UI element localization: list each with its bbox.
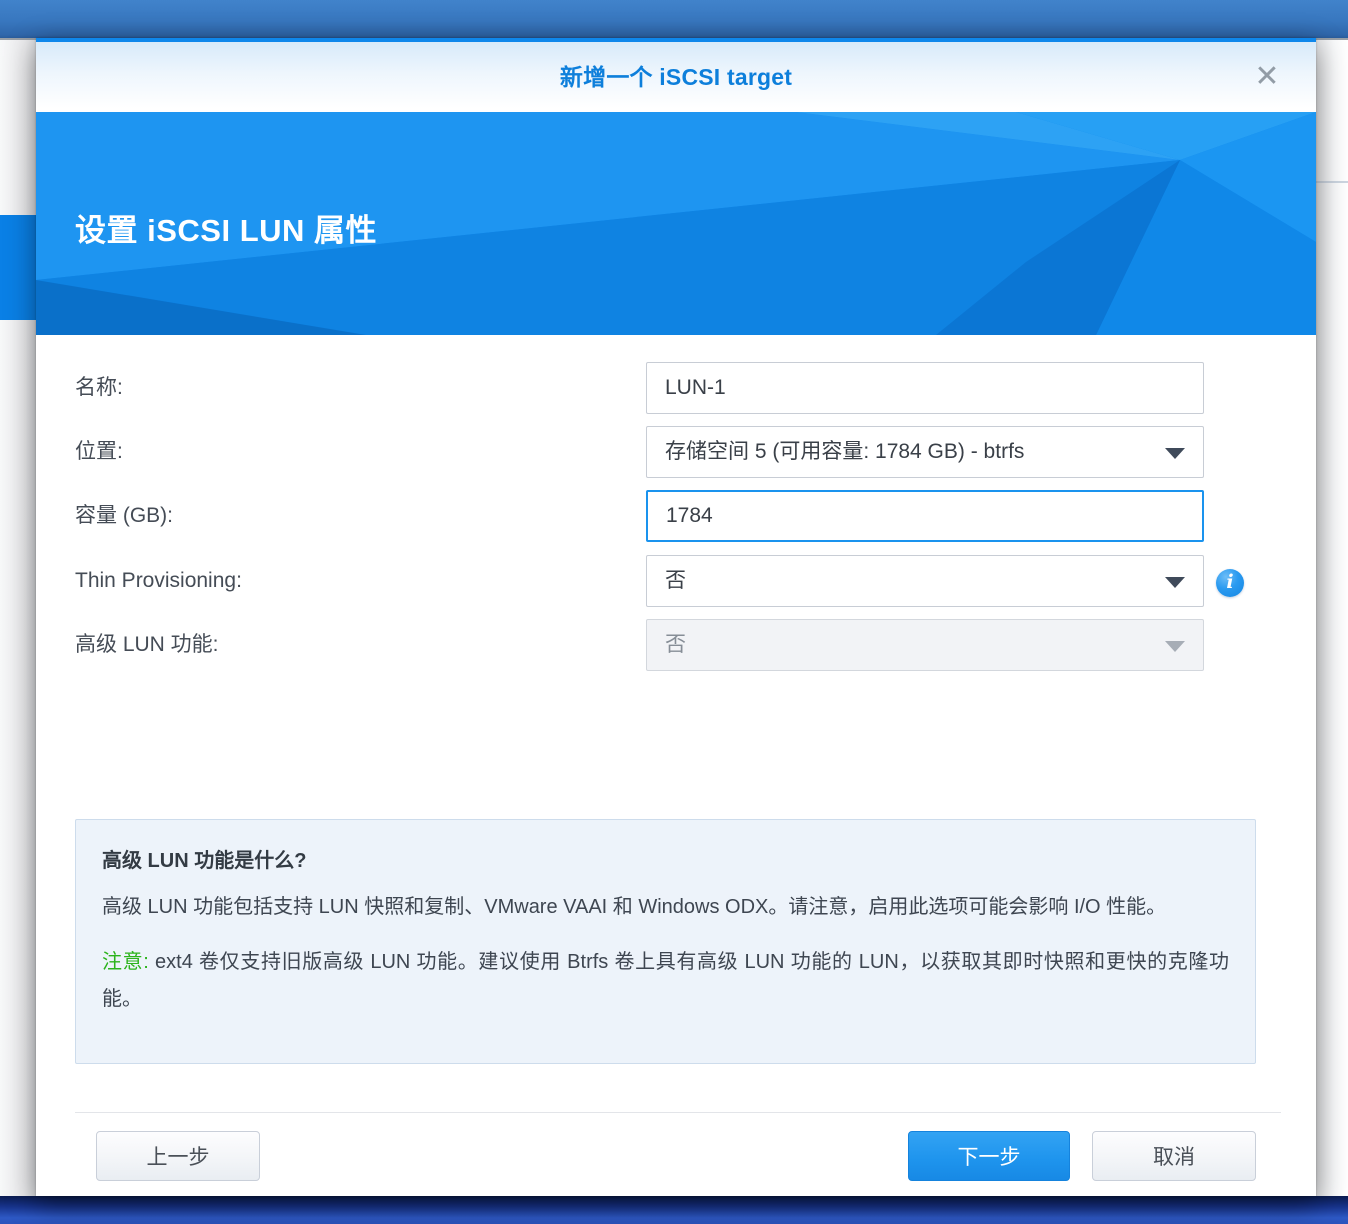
advanced-lun-select-value: 否 xyxy=(665,620,1151,670)
note-text: ext4 卷仅支持旧版高级 LUN 功能。建议使用 Btrfs 卷上具有高级 L… xyxy=(102,951,1229,1010)
wizard-step-heading: 设置 iSCSI LUN 属性 xyxy=(75,205,377,250)
desktop-wallpaper-bottom xyxy=(0,1196,1348,1224)
background-left-strip xyxy=(0,40,36,1196)
background-banner-fragment xyxy=(0,215,36,320)
name-input[interactable] xyxy=(646,362,1204,414)
next-step-button[interactable]: 下一步 xyxy=(908,1131,1070,1181)
background-right-strip xyxy=(1316,40,1348,1196)
chevron-down-icon xyxy=(1165,448,1185,459)
capacity-input[interactable] xyxy=(646,490,1204,542)
info-box-title: 高级 LUN 功能是什么? xyxy=(102,844,1229,873)
close-icon[interactable]: ✕ xyxy=(1250,60,1284,94)
location-label: 位置: xyxy=(75,426,123,478)
iscsi-target-wizard-dialog: 新增一个 iSCSI target ✕ 设置 iSCSI LUN 属性 名称: … xyxy=(36,38,1316,1196)
name-label: 名称: xyxy=(75,362,123,414)
thin-provisioning-select[interactable]: 否 xyxy=(646,555,1204,607)
desktop-wallpaper-top xyxy=(0,0,1348,38)
background-divider-fragment xyxy=(1316,181,1348,183)
info-icon[interactable]: i xyxy=(1216,569,1244,597)
location-select[interactable]: 存储空间 5 (可用容量: 1784 GB) - btrfs xyxy=(646,426,1204,478)
advanced-lun-label: 高级 LUN 功能: xyxy=(75,619,219,671)
dialog-titlebar: 新增一个 iSCSI target ✕ xyxy=(36,42,1316,112)
footer-divider xyxy=(75,1112,1281,1113)
location-select-value: 存储空间 5 (可用容量: 1784 GB) - btrfs xyxy=(665,427,1151,477)
thin-provisioning-select-value: 否 xyxy=(665,556,1151,606)
capacity-label: 容量 (GB): xyxy=(75,490,173,542)
info-box-note: 注意: ext4 卷仅支持旧版高级 LUN 功能。建议使用 Btrfs 卷上具有… xyxy=(102,944,1229,1018)
dialog-title: 新增一个 iSCSI target xyxy=(36,42,1316,112)
wizard-step-banner: 设置 iSCSI LUN 属性 xyxy=(36,112,1316,335)
cancel-button[interactable]: 取消 xyxy=(1092,1131,1256,1181)
previous-step-button[interactable]: 上一步 xyxy=(96,1131,260,1181)
note-label: 注意: xyxy=(102,951,149,973)
advanced-lun-select: 否 xyxy=(646,619,1204,671)
chevron-down-icon xyxy=(1165,577,1185,588)
advanced-lun-info-box: 高级 LUN 功能是什么? 高级 LUN 功能包括支持 LUN 快照和复制、VM… xyxy=(75,819,1256,1064)
chevron-down-icon xyxy=(1165,641,1185,652)
info-box-body: 高级 LUN 功能包括支持 LUN 快照和复制、VMware VAAI 和 Wi… xyxy=(102,889,1229,926)
thin-provisioning-label: Thin Provisioning: xyxy=(75,555,242,607)
